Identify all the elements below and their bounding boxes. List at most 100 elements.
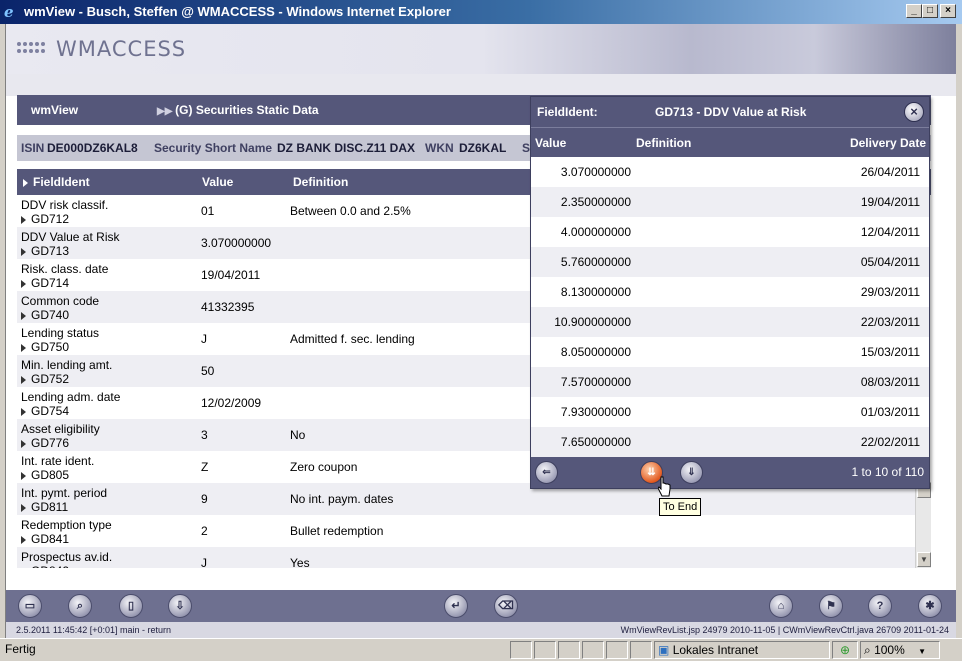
- field-label: Int. pymt. period: [21, 486, 108, 500]
- to-start-icon[interactable]: ⇐: [535, 461, 558, 484]
- popup-row: 7.570000000 08/03/2011: [531, 367, 929, 397]
- status-cell: [606, 641, 628, 659]
- field-code-link[interactable]: GD713: [21, 244, 69, 258]
- triangle-right-icon: [21, 312, 26, 320]
- protected-mode-icon: ⊕: [832, 641, 858, 659]
- close-window-button[interactable]: ×: [940, 4, 956, 18]
- popup-value: 7.930000000: [560, 405, 631, 419]
- minimize-button[interactable]: _: [906, 4, 922, 18]
- scroll-down-button[interactable]: ▼: [917, 552, 931, 567]
- zone-text: Lokales Intranet: [672, 643, 759, 657]
- window-title: wmView - Busch, Steffen @ WMACCESS - Win…: [24, 4, 451, 19]
- field-label: DDV risk classif.: [21, 198, 109, 212]
- footer-toolbar: ▭ ⌕ ▯ ⇩ ↵ ⌫ ⌂ ⚑ ? ✱: [6, 590, 956, 622]
- return-icon[interactable]: ↵: [444, 594, 468, 618]
- header-definition: Definition: [293, 175, 349, 189]
- triangle-right-icon: [21, 376, 26, 384]
- app-name: wmView: [31, 103, 79, 117]
- pagination-text: 1 to 10 of 110: [851, 465, 924, 479]
- field-label: DDV Value at Risk: [21, 230, 120, 244]
- next-page-icon[interactable]: ⇓: [680, 461, 703, 484]
- window-title-bar: wmView - Busch, Steffen @ WMACCESS - Win…: [0, 0, 962, 24]
- field-code-link[interactable]: GD752: [21, 372, 69, 386]
- field-code-link[interactable]: GD740: [21, 308, 69, 322]
- triangle-right-icon: [21, 248, 26, 256]
- triangle-right-icon: [21, 440, 26, 448]
- field-code-link[interactable]: GD776: [21, 436, 69, 450]
- isin-label: ISIN: [21, 141, 45, 155]
- field-definition: No int. paym. dates: [290, 492, 394, 506]
- popup-delivery-date: 26/04/2011: [860, 165, 920, 179]
- popup-delivery-date: 29/03/2011: [860, 285, 920, 299]
- zoom-level: 100%: [874, 643, 905, 657]
- field-value: Z: [201, 460, 209, 474]
- status-cell: [630, 641, 652, 659]
- field-code-link[interactable]: GD841: [21, 532, 69, 546]
- field-value: 12/02/2009: [201, 396, 262, 410]
- popup-delivery-date: 01/03/2011: [860, 405, 920, 419]
- eraser-icon[interactable]: ⌫: [494, 594, 518, 618]
- popup-close-icon[interactable]: ×: [904, 102, 924, 122]
- brand-logo: WMACCESS: [56, 37, 187, 61]
- zoom-control[interactable]: ⌕ 100% ▼: [860, 641, 940, 659]
- popup-table-body: 3.070000000 26/04/2011 2.350000000 19/04/20…: [531, 157, 929, 457]
- popup-delivery-date: 15/03/2011: [860, 345, 920, 359]
- field-definition: Admitted f. sec. lending: [290, 332, 415, 346]
- chevron-down-icon: ▼: [918, 647, 927, 656]
- field-code-link[interactable]: GD712: [21, 212, 69, 226]
- vertical-scrollbar[interactable]: ▼: [915, 482, 931, 568]
- ie-status-bar: Fertig ▣ Fertig Lokales Intranet ⊕ ⌕ 100…: [0, 638, 962, 661]
- field-value: 2: [201, 524, 208, 538]
- short-name-value: DZ BANK DISC.Z11 DAX: [277, 141, 416, 155]
- popup-value: 4.000000000: [560, 225, 631, 239]
- section-title: ▶▶ (G) Securities Static Data: [157, 103, 319, 117]
- to-end-tooltip: To End: [659, 498, 702, 516]
- field-code-link[interactable]: GD714: [21, 276, 69, 290]
- print-preview-icon[interactable]: ⌕: [68, 594, 92, 618]
- double-chevron-right-icon: ▶▶: [157, 106, 176, 117]
- popup-value: 2.350000000: [560, 195, 631, 209]
- triangle-right-icon: [21, 280, 26, 288]
- header-banner: WMACCESS: [6, 24, 956, 74]
- popup-header-definition: Definition: [636, 136, 692, 150]
- triangle-right-icon: [21, 536, 26, 544]
- copy-icon[interactable]: ▯: [119, 594, 143, 618]
- status-cell: [558, 641, 580, 659]
- flag-icon[interactable]: ⚑: [819, 594, 843, 618]
- maximize-button[interactable]: □: [922, 4, 938, 18]
- header-fieldident[interactable]: FieldIdent: [23, 169, 90, 195]
- wkn-label: WKN: [425, 141, 454, 155]
- popup-delivery-date: 19/04/2011: [860, 195, 920, 209]
- security-zone: ▣ Fertig Lokales Intranet: [654, 641, 830, 659]
- popup-header-delivery-date: Delivery Date: [849, 136, 926, 150]
- popup-fieldident-label: FieldIdent:: [537, 105, 598, 119]
- header-value: Value: [202, 175, 234, 189]
- download-icon[interactable]: ⇩: [168, 594, 192, 618]
- field-definition: No: [290, 428, 306, 442]
- print-icon[interactable]: ▭: [18, 594, 42, 618]
- field-value: 19/04/2011: [201, 268, 261, 282]
- field-value: 9: [201, 492, 208, 506]
- field-code-link[interactable]: GD811: [21, 500, 68, 514]
- ie-status-text: Fertig: [5, 642, 36, 656]
- field-value: J: [201, 556, 207, 568]
- home-icon[interactable]: ⌂: [769, 594, 793, 618]
- field-code-link[interactable]: GD750: [21, 340, 69, 354]
- more-label: S: [522, 141, 531, 155]
- field-label: Lending adm. date: [21, 390, 121, 404]
- popup-fieldident-value: GD713 - DDV Value at Risk: [655, 105, 807, 119]
- field-label: Int. rate ident.: [21, 454, 95, 468]
- field-code-link[interactable]: GD805: [21, 468, 69, 482]
- field-label: Redemption type: [21, 518, 112, 532]
- popup-value: 7.570000000: [560, 375, 631, 389]
- triangle-right-icon: [21, 472, 26, 480]
- field-definition: Between 0.0 and 2.5%: [290, 204, 411, 218]
- popup-value: 8.130000000: [560, 285, 631, 299]
- field-definition: Zero coupon: [290, 460, 358, 474]
- settings-icon[interactable]: ✱: [918, 594, 942, 618]
- field-label: Prospectus av.id.: [21, 550, 113, 564]
- help-icon[interactable]: ?: [868, 594, 892, 618]
- field-code-link[interactable]: GD754: [21, 404, 69, 418]
- field-value: 50: [201, 364, 215, 378]
- field-code-link[interactable]: GD842: [21, 564, 69, 568]
